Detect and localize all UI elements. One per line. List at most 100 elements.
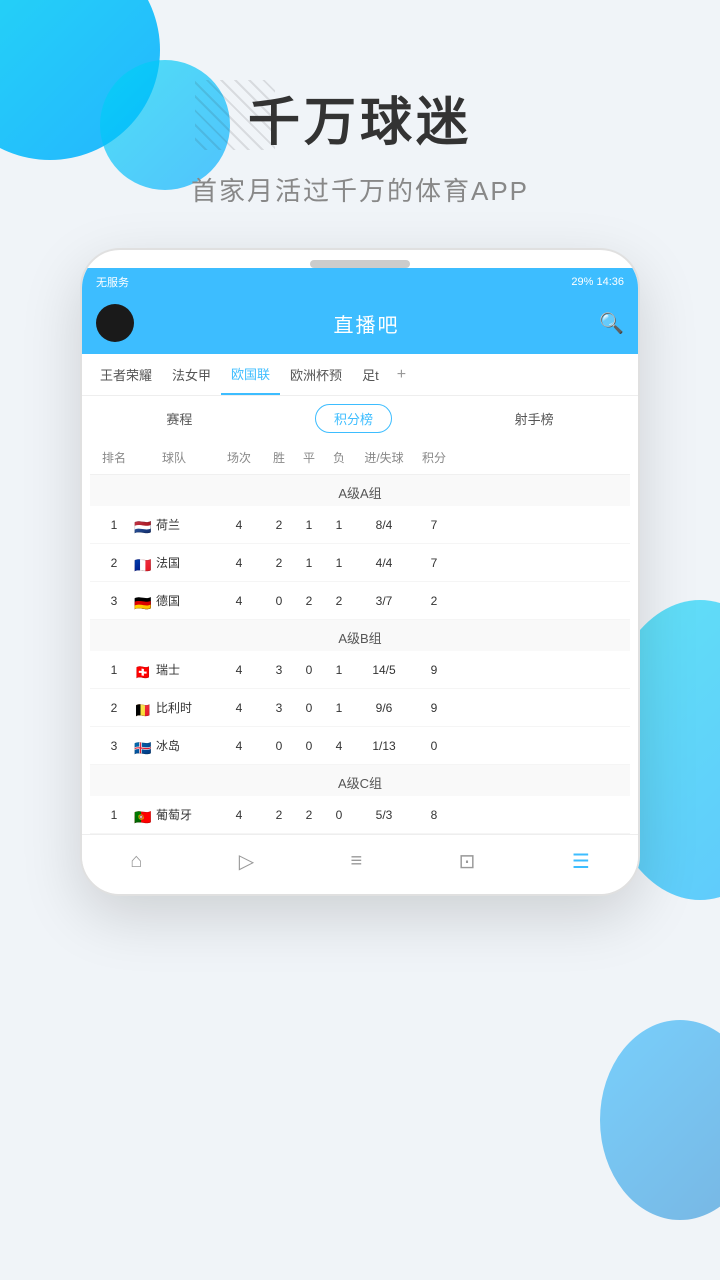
table-row[interactable]: 3 🇮🇸 冰岛 4 0 0 4 1/13 0 bbox=[90, 727, 630, 765]
col-goals: 进/失球 bbox=[354, 449, 414, 466]
nav-tab-zut[interactable]: 足t bbox=[352, 355, 389, 394]
loss: 4 bbox=[324, 739, 354, 753]
team-cell: 🇧🇪 比利时 bbox=[134, 699, 214, 716]
team-name: 法国 bbox=[156, 554, 180, 571]
bottom-nav-news[interactable]: ≡ bbox=[335, 846, 379, 879]
win: 2 bbox=[264, 518, 294, 532]
team-name: 荷兰 bbox=[156, 516, 180, 533]
win: 0 bbox=[264, 739, 294, 753]
home-icon: ⌂ bbox=[130, 850, 142, 873]
played: 4 bbox=[214, 663, 264, 677]
header-section: 千万球迷 首家月活过千万的体育APP bbox=[0, 0, 720, 248]
team-name: 葡萄牙 bbox=[156, 806, 192, 823]
goals: 9/6 bbox=[354, 701, 414, 715]
profile-icon: ☰ bbox=[572, 849, 590, 874]
search-icon[interactable]: 🔍 bbox=[599, 311, 624, 336]
goals: 4/4 bbox=[354, 556, 414, 570]
played: 4 bbox=[214, 594, 264, 608]
standings-table: 排名 球队 场次 胜 平 负 进/失球 积分 A级A组 1 🇳🇱 荷兰 4 2 … bbox=[82, 441, 638, 834]
bottom-nav-profile[interactable]: ☰ bbox=[556, 845, 606, 880]
points: 0 bbox=[414, 739, 454, 753]
table-row[interactable]: 2 🇫🇷 法国 4 2 1 1 4/4 7 bbox=[90, 544, 630, 582]
flag-germany: 🇩🇪 bbox=[134, 595, 152, 607]
nav-tabs: 王者荣耀 法女甲 欧国联 欧洲杯预 足t + bbox=[82, 354, 638, 396]
points: 7 bbox=[414, 556, 454, 570]
table-header-row: 排名 球队 场次 胜 平 负 进/失球 积分 bbox=[90, 441, 630, 475]
goals: 1/13 bbox=[354, 739, 414, 753]
draw: 0 bbox=[294, 701, 324, 715]
news-icon: ≡ bbox=[351, 850, 363, 873]
goals: 14/5 bbox=[354, 663, 414, 677]
col-win: 胜 bbox=[264, 449, 294, 466]
status-bar: 无服务 29% 14:36 bbox=[82, 268, 638, 296]
nav-tab-ouzhou[interactable]: 欧洲杯预 bbox=[280, 355, 352, 394]
played: 4 bbox=[214, 739, 264, 753]
rank: 1 bbox=[94, 808, 134, 822]
team-cell: 🇨🇭 瑞士 bbox=[134, 661, 214, 678]
loss: 1 bbox=[324, 518, 354, 532]
col-draw: 平 bbox=[294, 449, 324, 466]
flag-switzerland: 🇨🇭 bbox=[134, 664, 152, 676]
status-right-info: 29% 14:36 bbox=[571, 276, 624, 288]
col-points: 积分 bbox=[414, 449, 454, 466]
team-name: 冰岛 bbox=[156, 737, 180, 754]
nav-tab-plus-icon[interactable]: + bbox=[389, 356, 414, 394]
sub-tab-scorers[interactable]: 射手榜 bbox=[497, 405, 572, 432]
flag-iceland: 🇮🇸 bbox=[134, 740, 152, 752]
bottom-nav-message[interactable]: ⊡ bbox=[443, 845, 492, 880]
sub-tab-standings[interactable]: 积分榜 bbox=[315, 404, 392, 433]
win: 2 bbox=[264, 556, 294, 570]
draw: 2 bbox=[294, 594, 324, 608]
nav-tab-wangzhe[interactable]: 王者荣耀 bbox=[90, 355, 162, 394]
col-loss: 负 bbox=[324, 449, 354, 466]
played: 4 bbox=[214, 556, 264, 570]
draw: 0 bbox=[294, 663, 324, 677]
win: 3 bbox=[264, 663, 294, 677]
points: 7 bbox=[414, 518, 454, 532]
bottom-nav: ⌂ ▷ ≡ ⊡ ☰ bbox=[82, 834, 638, 894]
rank: 3 bbox=[94, 739, 134, 753]
group-a-header: A级A组 bbox=[90, 475, 630, 506]
sub-tab-schedule[interactable]: 赛程 bbox=[148, 405, 210, 432]
nav-tab-fanujia[interactable]: 法女甲 bbox=[162, 355, 221, 394]
table-row[interactable]: 3 🇩🇪 德国 4 0 2 2 3/7 2 bbox=[90, 582, 630, 620]
team-cell: 🇫🇷 法国 bbox=[134, 554, 214, 571]
table-row[interactable]: 2 🇧🇪 比利时 4 3 0 1 9/6 9 bbox=[90, 689, 630, 727]
flag-france: 🇫🇷 bbox=[134, 557, 152, 569]
flag-belgium: 🇧🇪 bbox=[134, 702, 152, 714]
loss: 2 bbox=[324, 594, 354, 608]
app-logo[interactable] bbox=[96, 304, 134, 342]
played: 4 bbox=[214, 701, 264, 715]
status-no-service: 无服务 bbox=[96, 274, 129, 290]
loss: 1 bbox=[324, 663, 354, 677]
win: 3 bbox=[264, 701, 294, 715]
flag-netherlands: 🇳🇱 bbox=[134, 519, 152, 531]
live-icon: ▷ bbox=[239, 849, 254, 874]
rank: 1 bbox=[94, 663, 134, 677]
bottom-nav-live[interactable]: ▷ bbox=[223, 845, 270, 880]
group-b-header: A级B组 bbox=[90, 620, 630, 651]
phone-wrapper: 无服务 29% 14:36 直播吧 🔍 王者荣耀 法女甲 欧国联 欧洲杯预 足t… bbox=[0, 248, 720, 896]
team-cell: 🇩🇪 德国 bbox=[134, 592, 214, 609]
rank: 2 bbox=[94, 556, 134, 570]
win: 2 bbox=[264, 808, 294, 822]
table-row[interactable]: 1 🇳🇱 荷兰 4 2 1 1 8/4 7 bbox=[90, 506, 630, 544]
draw: 0 bbox=[294, 739, 324, 753]
goals: 8/4 bbox=[354, 518, 414, 532]
nav-tab-ouguo[interactable]: 欧国联 bbox=[221, 354, 280, 395]
played: 4 bbox=[214, 808, 264, 822]
bottom-nav-home[interactable]: ⌂ bbox=[114, 846, 158, 879]
phone-mockup: 无服务 29% 14:36 直播吧 🔍 王者荣耀 法女甲 欧国联 欧洲杯预 足t… bbox=[80, 248, 640, 896]
rank: 1 bbox=[94, 518, 134, 532]
points: 9 bbox=[414, 701, 454, 715]
goals: 5/3 bbox=[354, 808, 414, 822]
table-row[interactable]: 1 🇵🇹 葡萄牙 4 2 2 0 5/3 8 bbox=[90, 796, 630, 834]
team-name: 德国 bbox=[156, 592, 180, 609]
team-name: 比利时 bbox=[156, 699, 192, 716]
team-cell: 🇮🇸 冰岛 bbox=[134, 737, 214, 754]
team-cell: 🇵🇹 葡萄牙 bbox=[134, 806, 214, 823]
main-title: 千万球迷 bbox=[0, 80, 720, 155]
sub-tabs: 赛程 积分榜 射手榜 bbox=[82, 396, 638, 441]
table-row[interactable]: 1 🇨🇭 瑞士 4 3 0 1 14/5 9 bbox=[90, 651, 630, 689]
draw: 2 bbox=[294, 808, 324, 822]
